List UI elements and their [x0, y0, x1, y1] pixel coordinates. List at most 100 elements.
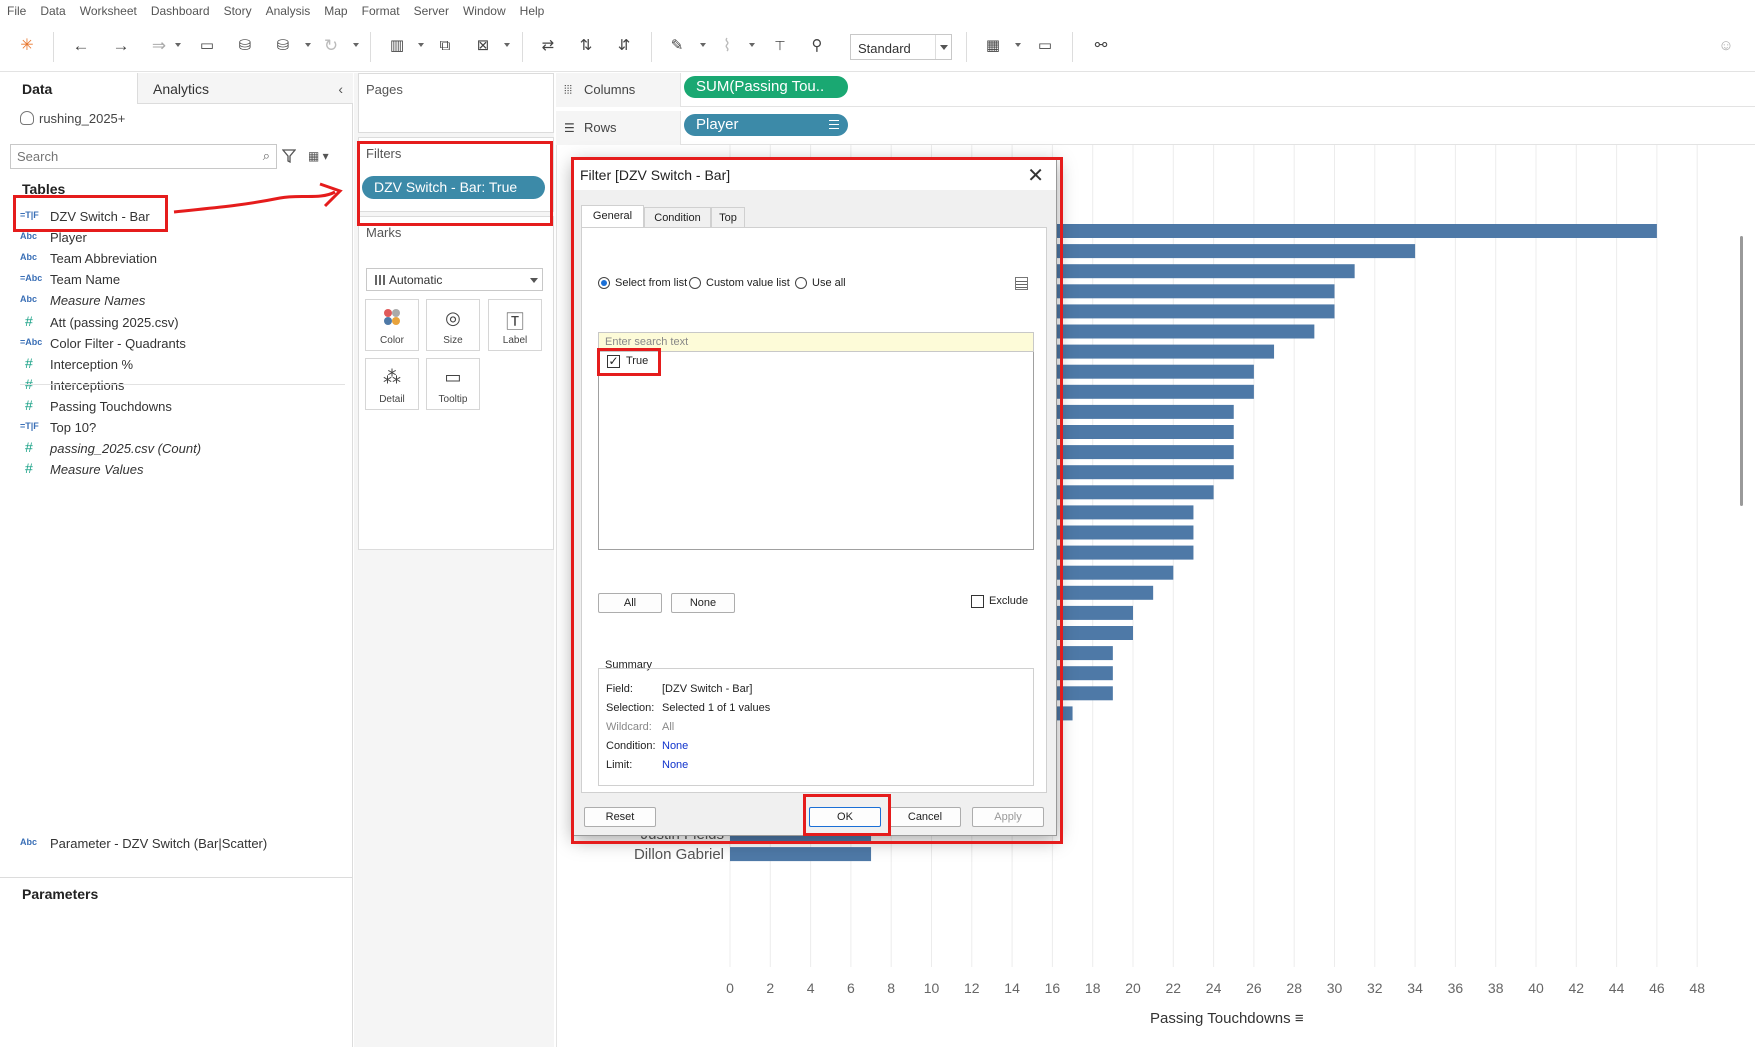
size-icon: ◎ [445, 308, 461, 328]
redo-icon[interactable]: → [108, 33, 134, 59]
datasource-item[interactable]: rushing_2025+ [20, 111, 125, 126]
clear-sheet-icon[interactable]: ⊠ [470, 33, 496, 59]
parameter-item[interactable]: Abc Parameter - DZV Switch (Bar|Scatter) [0, 834, 353, 854]
player-label[interactable]: Dillon Gabriel [634, 846, 724, 863]
pages-card[interactable]: Pages [358, 73, 554, 133]
field-name: Color Filter - Quadrants [50, 336, 186, 351]
rows-shelf[interactable]: ☰ Rows Player [556, 111, 1755, 145]
refresh-icon[interactable]: ↻ [318, 33, 344, 59]
field-item[interactable]: =T|F Top 10? [0, 418, 353, 438]
string-type-icon: Abc [20, 252, 38, 262]
menu-window[interactable]: Window [463, 0, 506, 18]
field-item[interactable]: Abc Team Abbreviation [0, 249, 353, 269]
highlight-dropdown-icon[interactable] [700, 43, 706, 49]
rows-pill-player[interactable]: Player [684, 114, 848, 136]
field-item[interactable]: # Att (passing 2025.csv) [0, 313, 353, 333]
show-cards-icon[interactable]: ▦ [980, 33, 1006, 59]
share-icon[interactable]: ⚯ [1088, 33, 1114, 59]
mark-type-select[interactable]: Automatic [366, 268, 543, 291]
collapse-pane-icon[interactable]: ‹ [338, 81, 343, 97]
x-axis-tick-label: 46 [1649, 980, 1665, 996]
new-worksheet-dropdown-icon[interactable] [418, 43, 424, 49]
field-item[interactable]: Abc Measure Names [0, 291, 353, 311]
menu-worksheet[interactable]: Worksheet [80, 0, 137, 18]
tab-analytics[interactable]: Analytics [137, 73, 353, 104]
menu-story[interactable]: Story [224, 0, 252, 18]
menu-analysis[interactable]: Analysis [266, 0, 311, 18]
measure-type-icon: # [25, 460, 33, 476]
pages-title: Pages [366, 82, 403, 97]
x-axis-tick-label: 6 [847, 980, 855, 996]
columns-pill-passing-touchdowns[interactable]: SUM(Passing Tou.. [684, 76, 848, 98]
size-mark-button[interactable]: ◎ Size [426, 299, 480, 351]
show-mark-labels-icon[interactable]: ⊤ [767, 33, 793, 59]
field-search-box[interactable]: ⌕ [10, 144, 277, 169]
menu-format[interactable]: Format [362, 0, 400, 18]
chevron-down-icon [935, 35, 951, 59]
menu-map[interactable]: Map [324, 0, 347, 18]
color-icon [366, 308, 418, 331]
menu-dashboard[interactable]: Dashboard [151, 0, 210, 18]
swap-rows-columns-icon[interactable]: ⇄ [535, 33, 561, 59]
field-item[interactable]: # passing_2025.csv (Count) [0, 439, 353, 459]
ask-data-icon[interactable]: ☺ [1713, 33, 1739, 59]
tab-data[interactable]: Data [0, 73, 137, 104]
vertical-scrollbar[interactable] [1740, 236, 1743, 506]
group-members-icon[interactable]: ⌇ [714, 33, 740, 59]
sort-ascending-icon[interactable]: ⇅ [573, 33, 599, 59]
field-name: Top 10? [50, 420, 97, 435]
show-cards-dropdown-icon[interactable] [1015, 43, 1021, 49]
highlight-icon[interactable]: ✎ [664, 33, 690, 59]
bar-chart-icon [375, 275, 385, 285]
menu-server[interactable]: Server [414, 0, 449, 18]
undo-icon[interactable]: ← [68, 33, 94, 59]
color-mark-button[interactable]: Color [365, 299, 419, 351]
detail-mark-button[interactable]: ⁂ Detail [365, 358, 419, 410]
presentation-mode-icon[interactable]: ▭ [1032, 33, 1058, 59]
x-axis-tick-label: 40 [1528, 980, 1544, 996]
x-axis-tick-label: 10 [924, 980, 940, 996]
x-axis-tick-label: 48 [1689, 980, 1705, 996]
save-icon[interactable]: ▭ [194, 33, 220, 59]
search-input[interactable] [11, 145, 251, 167]
field-item[interactable]: # Passing Touchdowns [0, 397, 353, 417]
sort-descending-icon[interactable]: ⇵ [611, 33, 637, 59]
tableau-logo-icon[interactable]: ✳ [14, 33, 40, 59]
replay-icon[interactable]: ⇒ [146, 33, 172, 59]
fit-select[interactable]: Standard [850, 34, 952, 60]
pause-updates-icon[interactable]: ⛁ [270, 33, 296, 59]
label-mark-button[interactable]: 🅃 Label [488, 299, 542, 351]
annotation-box-ok [803, 794, 891, 836]
refresh-dropdown-icon[interactable] [353, 43, 359, 49]
datasource-icon [20, 111, 34, 125]
x-axis-tick-label: 28 [1286, 980, 1302, 996]
field-item[interactable]: # Measure Values [0, 460, 353, 480]
menu-file[interactable]: File [7, 0, 26, 18]
field-name: Passing Touchdowns [50, 399, 172, 414]
view-options-icon[interactable]: ▦ ▾ [308, 149, 329, 163]
field-item[interactable]: =Abc Team Name [0, 270, 353, 290]
duplicate-sheet-icon[interactable]: ⧉ [432, 33, 458, 59]
columns-shelf[interactable]: ⦙⦙⦙ Columns SUM(Passing Tou.. [556, 73, 1755, 107]
bar-mark[interactable] [730, 847, 872, 862]
filter-icon[interactable] [282, 149, 296, 163]
field-item[interactable]: =Abc Color Filter - Quadrants [0, 334, 353, 354]
replay-dropdown-icon[interactable] [175, 43, 181, 49]
new-worksheet-icon[interactable]: ▥ [384, 33, 410, 59]
datasource-dropdown-icon[interactable] [305, 43, 311, 49]
tooltip-mark-button[interactable]: ▭ Tooltip [426, 358, 480, 410]
clear-dropdown-icon[interactable] [504, 43, 510, 49]
annotation-box-filters [357, 141, 553, 226]
fix-axes-icon[interactable]: ⚲ [804, 33, 830, 59]
menu-data[interactable]: Data [40, 0, 65, 18]
sort-icon[interactable]: ≡ [1295, 1010, 1304, 1027]
x-axis-title[interactable]: Passing Touchdowns ≡ [1150, 1010, 1304, 1027]
menu-help[interactable]: Help [520, 0, 545, 18]
search-icon[interactable]: ⌕ [263, 148, 270, 164]
measure-type-icon: # [25, 313, 33, 329]
new-datasource-icon[interactable]: ⛁ [232, 33, 258, 59]
field-item[interactable]: # Interception % [0, 355, 353, 375]
group-dropdown-icon[interactable] [749, 43, 755, 49]
field-name: Player [50, 230, 87, 245]
field-item[interactable]: #Interceptions [0, 376, 353, 396]
